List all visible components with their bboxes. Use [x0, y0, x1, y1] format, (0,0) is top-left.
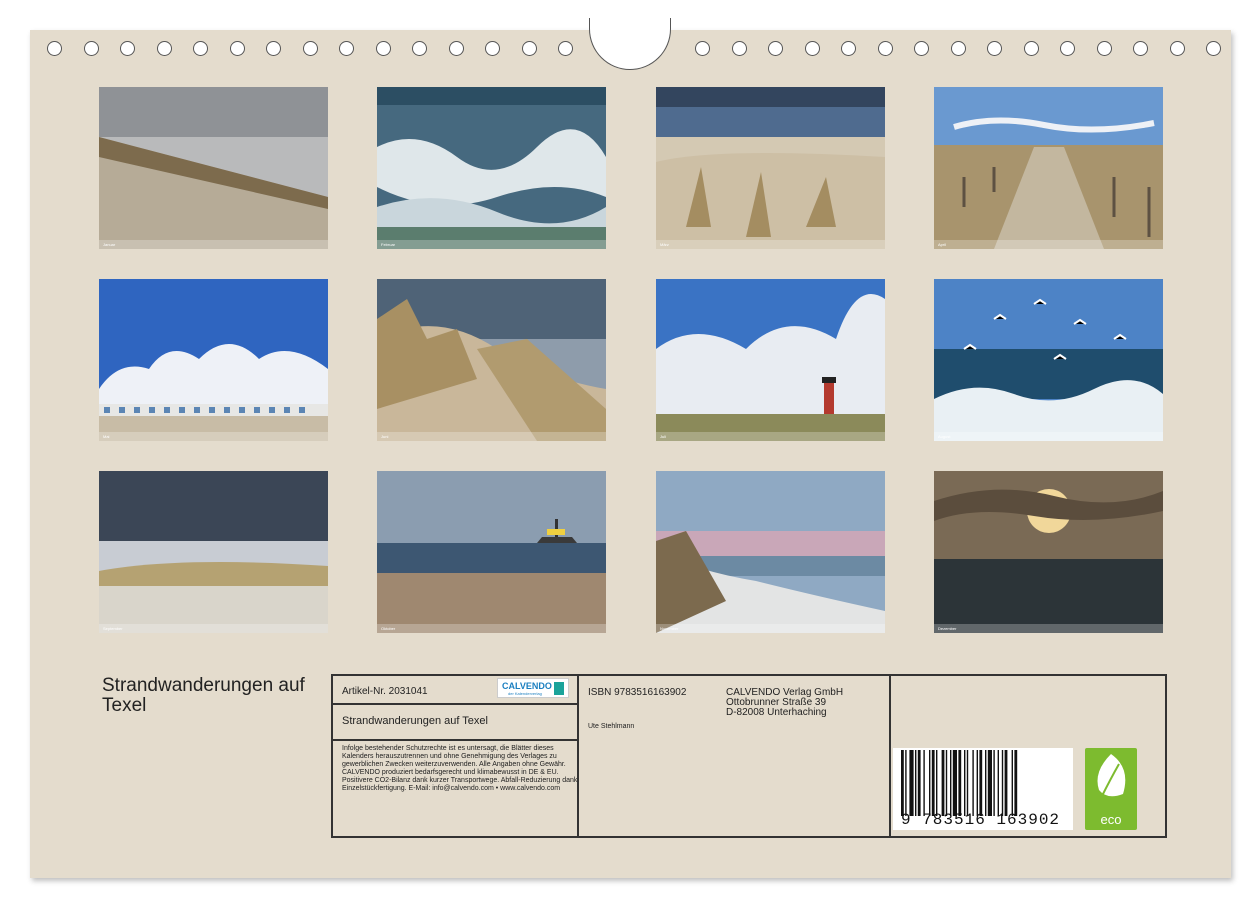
- binding-ring: [841, 41, 856, 56]
- barcode-bar: [993, 750, 995, 816]
- eco-label: eco: [1100, 812, 1122, 827]
- photo-march: März: [656, 87, 885, 249]
- month-label: April: [934, 240, 1163, 249]
- barcode-digits: 9 783516 163902: [901, 811, 1061, 829]
- logo-subtext: der Kalenderverlag: [508, 691, 542, 696]
- barcode-bar: [976, 750, 978, 816]
- barcode-bar: [958, 750, 962, 816]
- month-label: März: [656, 240, 885, 249]
- month-label: Dezember: [934, 624, 1163, 633]
- barcode-bar: [901, 750, 904, 816]
- photo-october: Oktober: [377, 471, 606, 633]
- barcode-bar: [929, 750, 931, 816]
- barcode-bar: [972, 750, 974, 816]
- calendar-title: Strandwanderungen auf Texel: [102, 675, 305, 716]
- binding-ring: [558, 41, 573, 56]
- binding-ring: [193, 41, 208, 56]
- month-label: Mai: [99, 432, 328, 441]
- barcode-bar: [964, 750, 966, 816]
- publisher-city: D-82008 Unterhaching: [726, 707, 827, 718]
- month-label: Juni: [377, 432, 606, 441]
- binding-ring: [732, 41, 747, 56]
- photo-may: Mai: [99, 279, 328, 441]
- binding-ring: [522, 41, 537, 56]
- month-label: November: [656, 624, 885, 633]
- binding-ring: [695, 41, 710, 56]
- binding-ring: [412, 41, 427, 56]
- month-label: Februar: [377, 240, 606, 249]
- barcode-bar: [931, 750, 935, 816]
- barcode-bar: [1004, 750, 1008, 816]
- eco-badge: eco: [1085, 748, 1137, 830]
- photo-april: April: [934, 87, 1163, 249]
- binding-ring: [47, 41, 62, 56]
- article-number: Artikel-Nr. 2031041: [342, 686, 428, 697]
- barcode-bar: [941, 750, 945, 816]
- binding-ring: [1097, 41, 1112, 56]
- barcode-bar: [997, 750, 999, 816]
- imprint-subtitle: Strandwanderungen auf Texel: [342, 715, 488, 727]
- barcode-bar: [966, 750, 969, 816]
- barcode-bars: [901, 750, 1018, 816]
- binding-ring: [266, 41, 281, 56]
- barcode-bar: [1014, 750, 1018, 816]
- month-label: August: [934, 432, 1163, 441]
- barcode-bar: [909, 750, 914, 816]
- barcode-bar: [979, 750, 983, 816]
- isbn-barcode: 9 783516 163902: [893, 748, 1073, 830]
- photo-june: Juni: [377, 279, 606, 441]
- binding-ring: [1133, 41, 1148, 56]
- photo-november: November: [656, 471, 885, 633]
- photo-december: Dezember: [934, 471, 1163, 633]
- binding-ring: [987, 41, 1002, 56]
- binding-ring: [878, 41, 893, 56]
- barcode-bar: [945, 750, 948, 816]
- month-label: September: [99, 624, 328, 633]
- binding-ring: [339, 41, 354, 56]
- calvendo-logo: CALVENDO der Kalenderverlag: [497, 678, 569, 698]
- photo-august: August: [934, 279, 1163, 441]
- barcode-bar: [950, 750, 952, 816]
- barcode-bar: [1011, 750, 1013, 816]
- logo-text: CALVENDO: [502, 681, 552, 691]
- logo-mark-icon: [554, 682, 564, 695]
- barcode-bar: [987, 750, 992, 816]
- binding-ring: [805, 41, 820, 56]
- binding-ring: [1060, 41, 1075, 56]
- legal-text: Infolge bestehender Schutzrechte ist es …: [342, 745, 578, 792]
- binding-ring: [768, 41, 783, 56]
- binding-ring: [449, 41, 464, 56]
- barcode-bar: [952, 750, 957, 816]
- binding-ring: [951, 41, 966, 56]
- binding-ring: [230, 41, 245, 56]
- binding-ring: [1206, 41, 1221, 56]
- binding-ring: [485, 41, 500, 56]
- barcode-bar: [905, 750, 907, 816]
- photo-january: Januar: [99, 87, 328, 249]
- month-label: Oktober: [377, 624, 606, 633]
- photo-february: Februar: [377, 87, 606, 249]
- photo-september: September: [99, 471, 328, 633]
- binding-ring: [303, 41, 318, 56]
- month-label: Juli: [656, 432, 885, 441]
- barcode-bar: [923, 750, 925, 816]
- binding-ring: [157, 41, 172, 56]
- barcode-bar: [917, 750, 921, 816]
- barcode-bar: [915, 750, 917, 816]
- binding-ring: [1170, 41, 1185, 56]
- binding-ring: [1024, 41, 1039, 56]
- barcode-bar: [936, 750, 938, 816]
- month-label: Januar: [99, 240, 328, 249]
- binding-ring: [120, 41, 135, 56]
- barcode-bar: [1001, 750, 1004, 816]
- barcode-bar: [985, 750, 987, 816]
- photo-july: Juli: [656, 279, 885, 441]
- binding-ring: [914, 41, 929, 56]
- binding-ring: [84, 41, 99, 56]
- isbn: ISBN 9783516163902: [588, 687, 687, 698]
- binding-ring: [376, 41, 391, 56]
- author: Ute Stehlmann: [588, 723, 635, 730]
- leaf-icon: [1097, 754, 1126, 799]
